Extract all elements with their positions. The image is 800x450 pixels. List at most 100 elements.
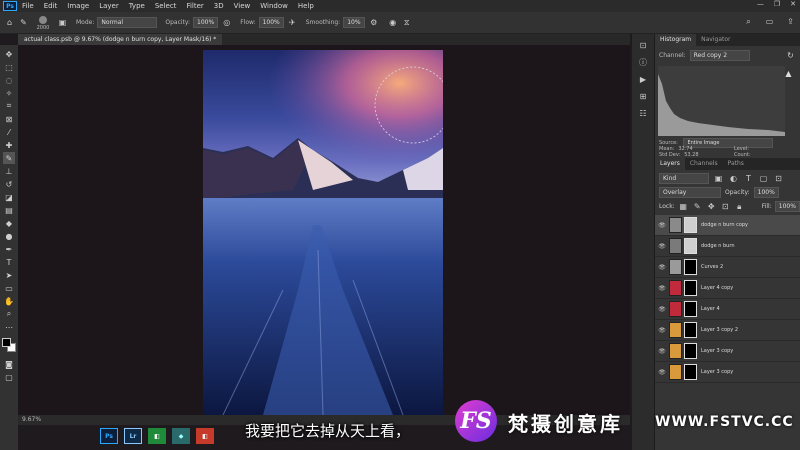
layer-mask-thumbnail[interactable]: [684, 259, 697, 275]
lock-position-icon[interactable]: ✥: [706, 201, 717, 212]
smoothing-settings-icon[interactable]: ⚙: [368, 17, 379, 28]
menu-view[interactable]: View: [229, 2, 256, 10]
path-select-tool-icon[interactable]: ➤: [3, 269, 15, 281]
rectangle-tool-icon[interactable]: ▭: [3, 282, 15, 294]
menu-window[interactable]: Window: [255, 2, 293, 10]
mode-dropdown[interactable]: Normal: [97, 17, 158, 28]
menu-select[interactable]: Select: [150, 2, 182, 10]
layer-name[interactable]: Layer 3 copy: [701, 348, 733, 354]
filter-pixel-icon[interactable]: ▣: [713, 173, 724, 184]
menu-edit[interactable]: Edit: [39, 2, 63, 10]
visibility-eye-icon[interactable]: 👁︎: [655, 243, 669, 250]
visibility-eye-icon[interactable]: 👁︎: [655, 264, 669, 271]
channel-dropdown[interactable]: Red copy 2: [689, 50, 750, 61]
layer-thumbnail[interactable]: [669, 322, 682, 338]
blend-mode-dropdown[interactable]: Overlay: [659, 187, 721, 198]
document-canvas[interactable]: [203, 50, 443, 415]
layer-thumbnail[interactable]: [669, 238, 682, 254]
layer-name[interactable]: Layer 3 copy: [701, 369, 733, 375]
layer-thumbnail[interactable]: [669, 301, 682, 317]
pen-tool-icon[interactable]: ✒: [3, 243, 15, 255]
workspace-icon[interactable]: ▭: [764, 16, 775, 27]
layer-name[interactable]: Layer 3 copy 2: [701, 327, 738, 333]
filter-adjustment-icon[interactable]: ◐: [728, 173, 739, 184]
brush-tool-icon[interactable]: ✎: [3, 152, 15, 164]
menu-file[interactable]: File: [17, 2, 39, 10]
canvas-workspace[interactable]: [18, 45, 630, 415]
layer-row[interactable]: 👁︎ Layer 3 copy: [655, 341, 800, 362]
taskbar-photoshop-icon[interactable]: Ps: [100, 428, 118, 444]
airbrush-icon[interactable]: ✈: [287, 17, 298, 28]
layer-name[interactable]: Curves 2: [701, 264, 723, 270]
visibility-eye-icon[interactable]: 👁︎: [655, 222, 669, 229]
lock-artboard-icon[interactable]: ⊡: [720, 201, 731, 212]
crop-tool-icon[interactable]: ⌗: [3, 100, 15, 112]
layer-mask-thumbnail[interactable]: [684, 364, 697, 380]
layer-thumbnail[interactable]: [669, 259, 682, 275]
pressure-opacity-icon[interactable]: ◎: [221, 17, 232, 28]
zoom-level[interactable]: 9.67%: [22, 416, 41, 423]
layer-row[interactable]: 👁︎ dodge n burn: [655, 236, 800, 257]
tab-navigator[interactable]: Navigator: [696, 34, 735, 46]
layer-row[interactable]: 👁︎ dodge n burn copy: [655, 215, 800, 236]
layer-opacity-field[interactable]: 100%: [753, 187, 779, 198]
blur-tool-icon[interactable]: ◆: [3, 217, 15, 229]
screen-mode-icon[interactable]: ▢: [3, 371, 15, 383]
symmetry-icon[interactable]: ⧖: [401, 17, 412, 28]
visibility-eye-icon[interactable]: 👁︎: [655, 306, 669, 313]
smoothing-field[interactable]: 10%: [343, 17, 366, 28]
move-tool-icon[interactable]: ✥: [3, 48, 15, 60]
filter-type-icon[interactable]: T: [743, 173, 754, 184]
visibility-eye-icon[interactable]: 👁︎: [655, 348, 669, 355]
color-swatches[interactable]: [2, 338, 16, 352]
taskbar-app-teal-icon[interactable]: ◆: [172, 428, 190, 444]
more-tools-icon[interactable]: ⋯: [3, 321, 15, 333]
layer-name[interactable]: dodge n burn: [701, 243, 734, 249]
layer-row[interactable]: 👁︎ Layer 4 copy: [655, 278, 800, 299]
layer-mask-thumbnail[interactable]: [684, 343, 697, 359]
taskbar-app-red-icon[interactable]: ◧: [196, 428, 214, 444]
hand-tool-icon[interactable]: ✋: [3, 295, 15, 307]
actions-panel-icon[interactable]: ▶: [638, 74, 649, 85]
close-icon[interactable]: ✕: [790, 0, 796, 8]
dodge-tool-icon[interactable]: ●: [3, 230, 15, 242]
flow-field[interactable]: 100%: [258, 17, 284, 28]
eyedropper-tool-icon[interactable]: ⁄: [3, 126, 15, 138]
pressure-size-icon[interactable]: ◉: [387, 17, 398, 28]
fill-field[interactable]: 100%: [774, 201, 800, 212]
gradient-tool-icon[interactable]: ▤: [3, 204, 15, 216]
share-icon[interactable]: ⇪: [785, 16, 796, 27]
layer-mask-thumbnail[interactable]: [684, 217, 697, 233]
document-tab[interactable]: actual class.psb @ 9.67% (dodge n burn c…: [18, 34, 223, 45]
kind-filter-dropdown[interactable]: Kind: [659, 173, 709, 184]
frame-tool-icon[interactable]: ⊠: [3, 113, 15, 125]
type-tool-icon[interactable]: T: [3, 256, 15, 268]
layer-name[interactable]: Layer 4 copy: [701, 285, 733, 291]
menu-layer[interactable]: Layer: [94, 2, 124, 10]
menu-help[interactable]: Help: [293, 2, 319, 10]
marquee-tool-icon[interactable]: ⬚: [3, 61, 15, 73]
opacity-field[interactable]: 100%: [193, 17, 219, 28]
visibility-eye-icon[interactable]: 👁︎: [655, 285, 669, 292]
foreground-color-swatch[interactable]: [2, 338, 11, 347]
minimize-icon[interactable]: —: [757, 0, 764, 8]
menu-3d[interactable]: 3D: [209, 2, 229, 10]
info-panel-icon[interactable]: ⓘ: [638, 57, 649, 68]
menu-image[interactable]: Image: [62, 2, 94, 10]
layer-thumbnail[interactable]: [669, 217, 682, 233]
layer-row[interactable]: 👁︎ Layer 3 copy: [655, 362, 800, 383]
brush-preset-picker[interactable]: 2000: [32, 15, 54, 31]
tab-channels[interactable]: Channels: [685, 158, 723, 170]
lock-transparency-icon[interactable]: ▦: [678, 201, 689, 212]
taskbar-app-green-icon[interactable]: ◧: [148, 428, 166, 444]
tab-paths[interactable]: Paths: [723, 158, 749, 170]
properties-panel-icon[interactable]: ☷: [638, 108, 649, 119]
quick-mask-icon[interactable]: ◙: [3, 358, 15, 370]
layer-mask-thumbnail[interactable]: [684, 301, 697, 317]
libraries-panel-icon[interactable]: ⊞: [638, 91, 649, 102]
filter-smart-object-icon[interactable]: ⊡: [773, 173, 784, 184]
clone-stamp-tool-icon[interactable]: ⊥: [3, 165, 15, 177]
layer-mask-thumbnail[interactable]: [684, 280, 697, 296]
menu-filter[interactable]: Filter: [181, 2, 208, 10]
taskbar-lightroom-icon[interactable]: Lr: [124, 428, 142, 444]
